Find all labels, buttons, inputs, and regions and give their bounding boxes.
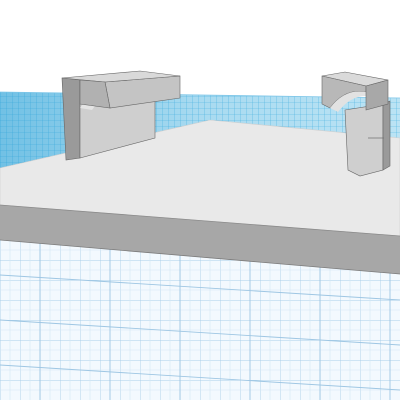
3d-scene[interactable] bbox=[0, 0, 400, 400]
workplane-viewport[interactable] bbox=[0, 0, 400, 400]
